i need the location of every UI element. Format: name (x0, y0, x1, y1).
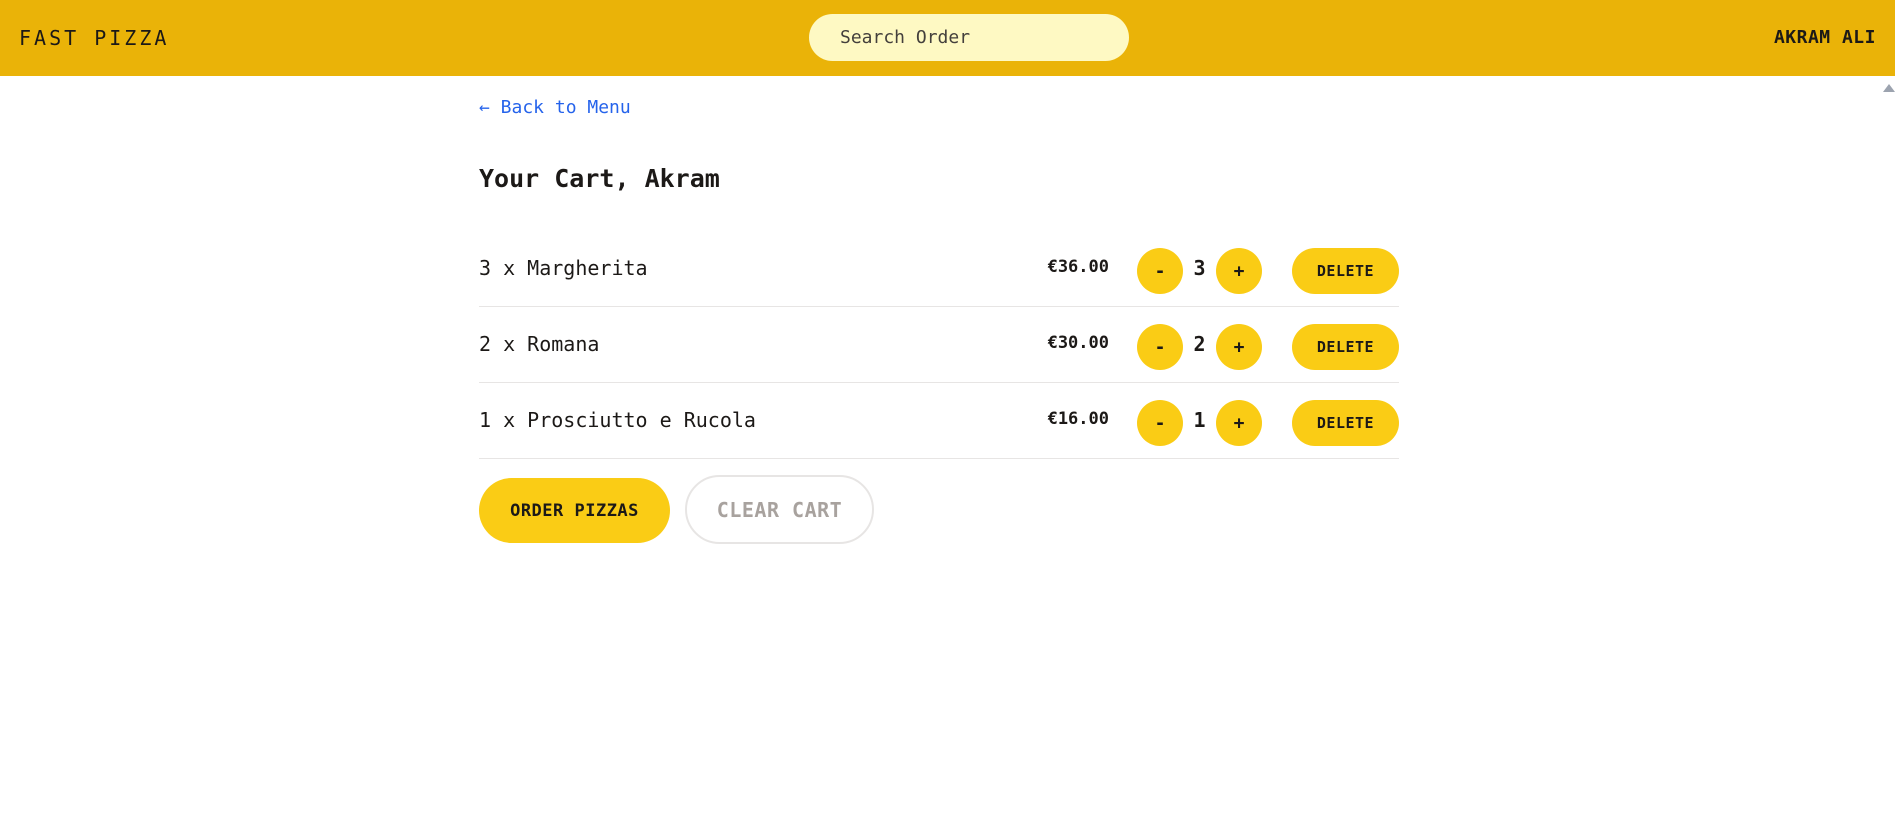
scrollbar-up-arrow[interactable] (1883, 84, 1895, 92)
cart-item: 1 x Prosciutto e Rucola €16.00 - 1 + DEL… (479, 383, 1399, 459)
cart-item-name: 3 x Margherita (479, 256, 648, 280)
cart-item-price: €30.00 (1047, 333, 1109, 353)
quantity-value: 2 (1193, 332, 1206, 356)
increase-quantity-button[interactable]: + (1216, 400, 1262, 446)
cart-item-name: 1 x Prosciutto e Rucola (479, 408, 756, 432)
search-order-input[interactable] (809, 14, 1129, 61)
decrease-quantity-button[interactable]: - (1137, 400, 1183, 446)
quantity-value: 3 (1193, 256, 1206, 280)
cart-item-price: €16.00 (1047, 409, 1109, 429)
back-to-menu-link[interactable]: ← Back to Menu (479, 97, 631, 118)
decrease-quantity-button[interactable]: - (1137, 248, 1183, 294)
cart-list: 3 x Margherita €36.00 - 3 + DELETE 2 x R… (479, 231, 1399, 459)
app-header: FAST PIZZA AKRAM ALI (0, 0, 1895, 76)
cart-item: 2 x Romana €30.00 - 2 + DELETE (479, 307, 1399, 383)
cart-item-price: €36.00 (1047, 257, 1109, 277)
increase-quantity-button[interactable]: + (1216, 324, 1262, 370)
increase-quantity-button[interactable]: + (1216, 248, 1262, 294)
delete-item-button[interactable]: DELETE (1292, 324, 1399, 370)
order-pizzas-button[interactable]: ORDER PIZZAS (479, 478, 670, 543)
cart-item-name: 2 x Romana (479, 332, 600, 356)
username: AKRAM ALI (1773, 27, 1876, 48)
logo[interactable]: FAST PIZZA (19, 26, 169, 50)
clear-cart-button[interactable]: CLEAR CART (685, 475, 874, 544)
quantity-value: 1 (1193, 408, 1206, 432)
page-title: Your Cart, Akram (479, 164, 720, 193)
delete-item-button[interactable]: DELETE (1292, 248, 1399, 294)
decrease-quantity-button[interactable]: - (1137, 324, 1183, 370)
delete-item-button[interactable]: DELETE (1292, 400, 1399, 446)
cart-item: 3 x Margherita €36.00 - 3 + DELETE (479, 231, 1399, 307)
